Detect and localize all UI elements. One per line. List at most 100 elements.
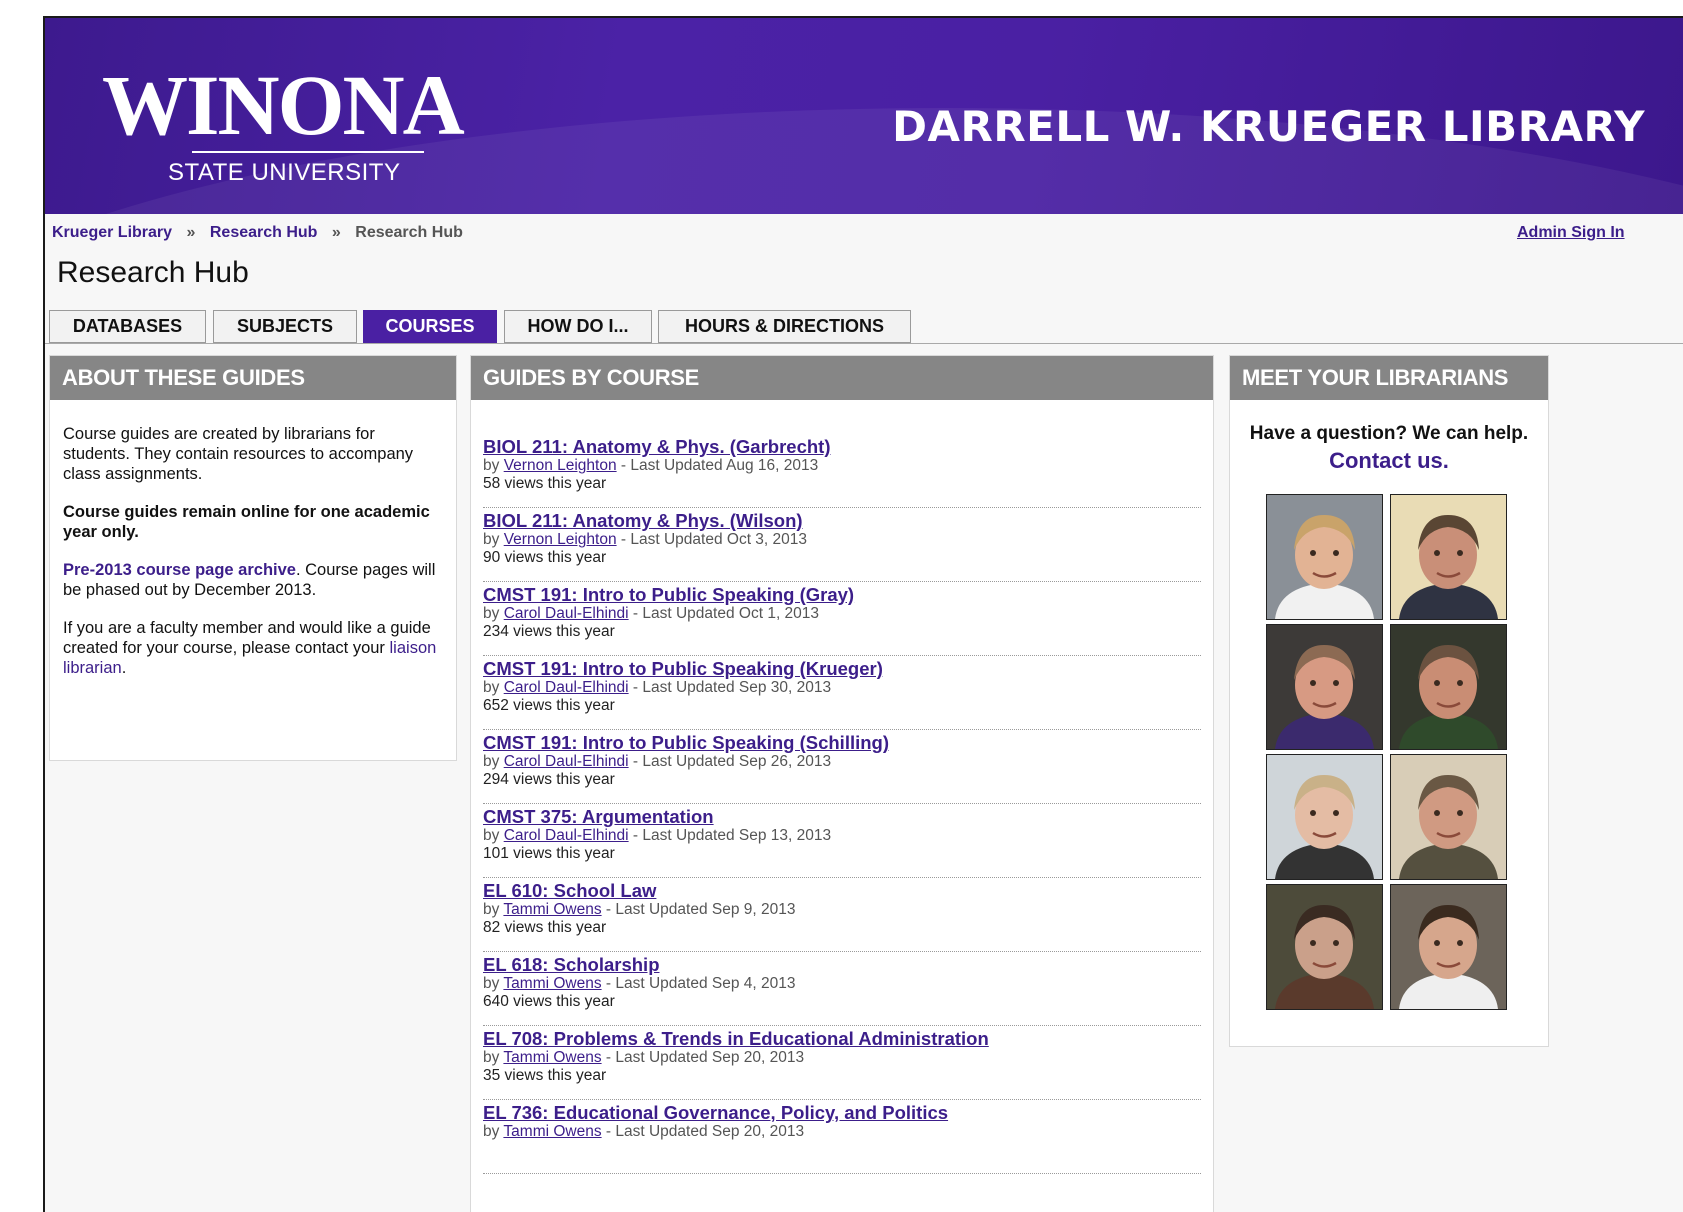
contact-us-link[interactable]: Contact us. [1329, 448, 1449, 473]
librarian-photo[interactable] [1266, 494, 1383, 620]
librarian-photo[interactable] [1390, 624, 1507, 750]
guide-views-suffix: views this year [508, 771, 615, 788]
guide-title-link[interactable]: CMST 375: Argumentation [483, 805, 1201, 827]
guide-updated-date: Sep 9, 2013 [711, 901, 796, 918]
tab-hours-directions[interactable]: HOURS & DIRECTIONS [658, 310, 911, 343]
guide-updated-date: Sep 13, 2013 [738, 827, 832, 844]
librarian-photo[interactable] [1390, 494, 1507, 620]
guide-meta: by Tammi Owens - Last Updated Sep 20, 20… [483, 1049, 1201, 1067]
guide-author-link[interactable]: Carol Daul-Elhindi [504, 679, 629, 696]
guide-updated-prefix: - Last Updated [628, 827, 739, 844]
guide-title-link[interactable]: CMST 191: Intro to Public Speaking (Krue… [483, 657, 1201, 679]
guide-item: EL 610: School Law by Tammi Owens - Last … [483, 879, 1201, 952]
librarian-photo[interactable] [1266, 624, 1383, 750]
breadcrumb: Krueger Library » Research Hub » Researc… [52, 224, 463, 242]
guide-updated-date: Aug 16, 2013 [726, 457, 819, 474]
guide-views: 294 views this year [483, 771, 1201, 789]
guide-views-suffix: views this year [500, 475, 607, 492]
guide-meta: by Tammi Owens - Last Updated Sep 20, 20… [483, 1123, 1201, 1141]
librarian-photo-grid [1266, 494, 1512, 1014]
breadcrumb-separator: » [186, 224, 196, 241]
guide-title-link[interactable]: CMST 191: Intro to Public Speaking (Gray… [483, 583, 1201, 605]
guide-author-link[interactable]: Tammi Owens [503, 975, 601, 992]
librarian-photo[interactable] [1266, 754, 1383, 880]
guide-title-link[interactable]: CMST 191: Intro to Public Speaking (Schi… [483, 731, 1201, 753]
guide-meta: by Tammi Owens - Last Updated Sep 4, 201… [483, 975, 1201, 993]
guide-updated-prefix: - Last Updated [616, 457, 727, 474]
tab-courses[interactable]: COURSES [363, 310, 497, 343]
guide-by-prefix: by [483, 975, 504, 992]
guide-title-link[interactable]: EL 708: Problems & Trends in Educational… [483, 1027, 1201, 1049]
tab-subjects[interactable]: SUBJECTS [213, 310, 357, 343]
guide-author-link[interactable]: Vernon Leighton [504, 457, 617, 474]
guide-title-link[interactable]: EL 610: School Law [483, 879, 1201, 901]
guide-item: CMST 375: Argumentation by Carol Daul-Elh… [483, 805, 1201, 878]
guide-views: 58 views this year [483, 475, 1201, 493]
librarian-photo[interactable] [1390, 754, 1507, 880]
admin-sign-in-link[interactable]: Admin Sign In [1517, 224, 1625, 242]
guide-views-count: 640 [483, 993, 509, 1010]
guide-title-link[interactable]: BIOL 211: Anatomy & Phys. (Wilson) [483, 509, 1201, 531]
librarian-photo[interactable] [1266, 884, 1383, 1010]
guide-views-suffix: views this year [500, 919, 607, 936]
guide-views-count: 294 [483, 771, 509, 788]
librarian-photo[interactable] [1390, 884, 1507, 1010]
guide-views-count: 35 [483, 1067, 501, 1084]
guide-meta: by Vernon Leighton - Last Updated Aug 16… [483, 457, 1201, 475]
guide-author-link[interactable]: Vernon Leighton [504, 531, 617, 548]
about-text-faculty: If you are a faculty member and would li… [63, 618, 442, 678]
library-title[interactable]: DARRELL W. KRUEGER LIBRARY [892, 102, 1645, 151]
guide-title-link[interactable]: EL 736: Educational Governance, Policy, … [483, 1101, 1201, 1123]
guide-updated-date: Oct 1, 2013 [738, 605, 820, 622]
guide-author-link[interactable]: Tammi Owens [503, 901, 601, 918]
guide-views-count: 101 [483, 845, 509, 862]
breadcrumb-research-hub[interactable]: Research Hub [210, 224, 318, 241]
guide-author-link[interactable]: Carol Daul-Elhindi [504, 753, 629, 770]
guide-views: 101 views this year [483, 845, 1201, 863]
guide-item: CMST 191: Intro to Public Speaking (Krue… [483, 657, 1201, 730]
guide-author-link[interactable]: Tammi Owens [503, 1049, 601, 1066]
page-title: Research Hub [57, 256, 249, 289]
guide-views: 652 views this year [483, 697, 1201, 715]
guide-updated-prefix: - Last Updated [601, 901, 712, 918]
guide-author-link[interactable]: Carol Daul-Elhindi [504, 827, 629, 844]
breadcrumb-current: Research Hub [355, 224, 463, 241]
breadcrumb-krueger-library[interactable]: Krueger Library [52, 224, 172, 241]
winona-logo[interactable]: WINONA STATE UNIVERSITY [102, 62, 465, 187]
guide-author-link[interactable]: Tammi Owens [503, 1123, 601, 1140]
guide-updated-date: Sep 20, 2013 [711, 1049, 805, 1066]
guide-by-prefix: by [483, 531, 504, 548]
guide-updated-prefix: - Last Updated [628, 679, 739, 696]
guide-views: 640 views this year [483, 993, 1201, 1011]
guide-updated-prefix: - Last Updated [601, 1123, 712, 1140]
guide-views-suffix: views this year [508, 845, 615, 862]
guide-by-prefix: by [483, 1123, 504, 1140]
guide-views-suffix: views this year [500, 1067, 607, 1084]
guide-meta: by Tammi Owens - Last Updated Sep 9, 201… [483, 901, 1201, 919]
guide-item: BIOL 211: Anatomy & Phys. (Wilson) by Ver… [483, 509, 1201, 582]
guide-by-prefix: by [483, 1049, 504, 1066]
guide-meta: by Carol Daul-Elhindi - Last Updated Oct… [483, 605, 1201, 623]
guide-views-count: 234 [483, 623, 509, 640]
guide-meta: by Carol Daul-Elhindi - Last Updated Sep… [483, 679, 1201, 697]
guide-meta: by Carol Daul-Elhindi - Last Updated Sep… [483, 753, 1201, 771]
guide-updated-date: Sep 26, 2013 [738, 753, 832, 770]
guide-views-suffix: views this year [508, 993, 615, 1010]
guide-by-prefix: by [483, 605, 504, 622]
guide-item: CMST 191: Intro to Public Speaking (Gray… [483, 583, 1201, 656]
tab-how-do-i[interactable]: HOW DO I... [504, 310, 652, 343]
guide-item: EL 708: Problems & Trends in Educational… [483, 1027, 1201, 1100]
guide-by-prefix: by [483, 901, 504, 918]
tab-databases[interactable]: DATABASES [49, 310, 206, 343]
faculty-note: If you are a faculty member and would li… [63, 619, 431, 657]
question-text: Have a question? We can help. [1249, 423, 1529, 444]
archive-link[interactable]: Pre-2013 course page archive [63, 561, 296, 579]
guide-title-link[interactable]: EL 618: Scholarship [483, 953, 1201, 975]
guide-title-link[interactable]: BIOL 211: Anatomy & Phys. (Garbrecht) [483, 435, 1201, 457]
guide-by-prefix: by [483, 457, 504, 474]
guide-author-link[interactable]: Carol Daul-Elhindi [504, 605, 629, 622]
guide-updated-date: Sep 20, 2013 [711, 1123, 805, 1140]
guide-updated-date: Oct 3, 2013 [726, 531, 808, 548]
about-text-intro: Course guides are created by librarians … [63, 425, 414, 483]
guide-views-count: 82 [483, 919, 501, 936]
